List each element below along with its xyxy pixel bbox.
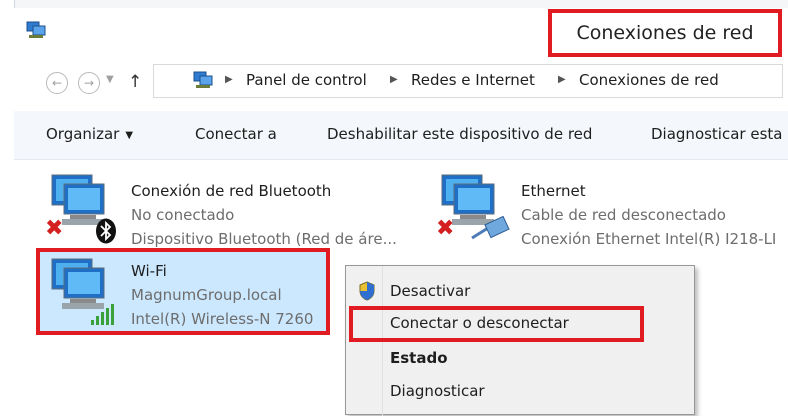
disconnected-x-icon: ✖ — [45, 216, 64, 241]
back-arrow-icon[interactable]: ← — [46, 72, 68, 94]
chevron-right-icon: ▶ — [558, 74, 566, 85]
command-bar: Organizar ▼ Conectar a Deshabilitar este … — [14, 111, 788, 160]
forward-arrow-icon[interactable]: → — [78, 72, 100, 94]
menu-item-label: Estado — [390, 349, 448, 367]
breadcrumb[interactable]: ▶ Panel de control ▶ Redes e Internet ▶ … — [153, 64, 783, 98]
wifi-signal-icon — [91, 304, 114, 325]
organize-menu[interactable]: Organizar ▼ — [46, 125, 133, 143]
bluetooth-icon — [96, 218, 116, 244]
ethernet-cable-icon — [471, 216, 510, 240]
connection-name: Conexión de red Bluetooth — [131, 182, 332, 200]
connection-item-ethernet[interactable]: ✖ Ethernet Cable de red desconectado Con… — [424, 168, 788, 248]
menu-item-label: Diagnosticar — [390, 382, 485, 400]
breadcrumb-item-networks[interactable]: Redes e Internet — [411, 71, 535, 89]
breadcrumb-item-control-panel[interactable]: Panel de control — [246, 71, 367, 89]
chevron-down-icon: ▼ — [125, 130, 134, 141]
connection-device: Intel(R) Wireless-N 7260 — [131, 310, 314, 328]
network-connections-icon — [193, 71, 213, 88]
chevron-down-icon[interactable]: ▼ — [106, 74, 114, 85]
screen-top-strip — [0, 0, 788, 8]
connection-item-bluetooth[interactable]: ✖ Conexión de red Bluetooth No conectado… — [14, 168, 414, 248]
disconnected-x-icon: ✖ — [436, 216, 455, 241]
window-title: Conexiones de red — [576, 22, 754, 44]
connection-status: Cable de red desconectado — [521, 206, 726, 224]
menu-item-label: Conectar o desconectar — [390, 314, 569, 332]
address-bar: ← → ▼ ↑ ▶ Panel de control ▶ Redes e Int… — [14, 60, 788, 100]
connection-status: MagnumGroup.local — [131, 286, 282, 304]
desktop-edge — [0, 0, 15, 400]
connection-item-wifi[interactable]: Wi-Fi MagnumGroup.local Intel(R) Wireles… — [36, 248, 330, 335]
menu-item-deactivate[interactable]: Desactivar — [346, 276, 694, 308]
connection-name: Wi-Fi — [131, 262, 167, 280]
connection-status: No conectado — [131, 206, 235, 224]
connection-device: Dispositivo Bluetooth (Red de áre... — [131, 230, 397, 248]
explorer-window: Conexiones de red ← → ▼ ↑ ▶ Panel de con… — [14, 8, 788, 416]
chevron-right-icon: ▶ — [225, 74, 233, 85]
menu-item-label: Desactivar — [390, 282, 471, 300]
menu-item-connect-disconnect[interactable]: Conectar o desconectar — [346, 306, 694, 342]
window-title-highlight: Conexiones de red — [548, 9, 782, 57]
disable-device-button[interactable]: Deshabilitar este dispositivo de red — [327, 125, 592, 143]
diagnose-button[interactable]: Diagnosticar esta — [651, 125, 782, 143]
organize-label: Organizar — [46, 125, 120, 143]
menu-item-status[interactable]: Estado — [346, 343, 694, 375]
context-menu: Desactivar Conectar o desconectar Estado… — [345, 265, 695, 416]
network-connections-icon — [26, 21, 46, 38]
connection-name: Ethernet — [521, 182, 586, 200]
breadcrumb-item-connections[interactable]: Conexiones de red — [579, 71, 719, 89]
up-arrow-icon[interactable]: ↑ — [128, 72, 142, 92]
menu-item-diagnose[interactable]: Diagnosticar — [346, 376, 694, 408]
uac-shield-icon — [359, 281, 375, 301]
chevron-right-icon: ▶ — [390, 74, 398, 85]
connect-to-button[interactable]: Conectar a — [195, 125, 277, 143]
title-bar: Conexiones de red — [14, 8, 788, 57]
connection-device: Conexión Ethernet Intel(R) I218-LI — [521, 230, 777, 248]
